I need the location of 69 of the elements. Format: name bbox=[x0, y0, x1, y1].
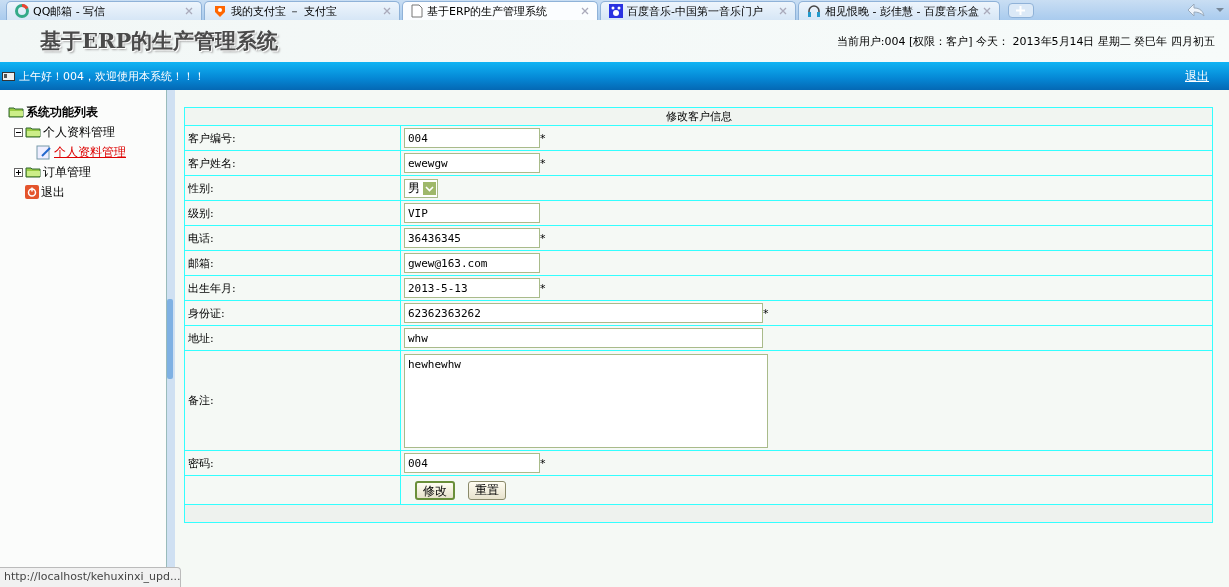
field-label: 客户姓名: bbox=[185, 151, 401, 175]
text-field[interactable]: 2013-5-13 bbox=[404, 278, 540, 298]
dropdown-icon[interactable] bbox=[1215, 6, 1225, 14]
folder-icon bbox=[25, 126, 41, 138]
close-icon[interactable] bbox=[779, 7, 787, 15]
folder-icon bbox=[8, 106, 24, 118]
required-mark: * bbox=[763, 306, 769, 320]
required-mark: * bbox=[540, 231, 546, 245]
new-tab-button[interactable] bbox=[1007, 3, 1034, 18]
text-field[interactable]: 004 bbox=[404, 128, 540, 148]
close-icon[interactable] bbox=[383, 7, 391, 15]
close-icon[interactable] bbox=[185, 7, 193, 15]
tree-item[interactable]: 退出 bbox=[41, 183, 65, 201]
text-field[interactable]: 62362363262 bbox=[404, 303, 763, 323]
ring-icon bbox=[15, 4, 29, 18]
required-mark: * bbox=[540, 131, 546, 145]
form-button[interactable]: 重置 bbox=[468, 480, 506, 500]
back-icon[interactable] bbox=[1187, 2, 1205, 18]
shield-icon bbox=[213, 4, 227, 18]
field-label: 客户编号: bbox=[185, 126, 401, 150]
close-icon[interactable] bbox=[982, 7, 991, 15]
page-icon bbox=[411, 4, 423, 18]
browser-tab[interactable]: 相见恨晚 - 彭佳慧 - 百度音乐盒 bbox=[798, 1, 1000, 20]
text-field[interactable]: whw bbox=[404, 328, 763, 348]
field-label: 邮箱: bbox=[185, 251, 401, 275]
text-field[interactable]: 004 bbox=[404, 453, 540, 473]
text-field[interactable]: gwew@163.com bbox=[404, 253, 540, 273]
tree-item[interactable]: 个人资料管理 bbox=[54, 143, 126, 161]
browser-tab[interactable]: 百度音乐-中国第一音乐门户 bbox=[600, 1, 796, 20]
text-field[interactable]: 36436345 bbox=[404, 228, 540, 248]
browser-tab[interactable]: 基于ERP的生产管理系统 bbox=[402, 1, 598, 20]
paw-icon bbox=[609, 4, 623, 18]
required-mark: * bbox=[540, 281, 546, 295]
required-mark: * bbox=[540, 456, 546, 470]
folder-icon bbox=[25, 166, 41, 178]
field-label: 出生年月: bbox=[185, 276, 401, 300]
field-label: 性别: bbox=[185, 176, 401, 200]
field-label: 备注: bbox=[185, 351, 401, 450]
field-label: 地址: bbox=[185, 326, 401, 350]
chevron-icon bbox=[423, 181, 436, 195]
field-label: 电话: bbox=[185, 226, 401, 250]
field-label: 身份证: bbox=[185, 301, 401, 325]
greeting-text: 上午好！004，欢迎使用本系统！！！ bbox=[19, 68, 205, 84]
field-label: 级别: bbox=[185, 201, 401, 225]
browser-tab[interactable]: 我的支付宝 － 支付宝 bbox=[204, 1, 400, 20]
tree-item[interactable]: 订单管理 bbox=[43, 163, 91, 181]
power-icon bbox=[25, 185, 39, 199]
required-mark: * bbox=[540, 156, 546, 170]
collapse-icon[interactable] bbox=[14, 127, 23, 137]
text-field[interactable]: ewewgw bbox=[404, 153, 540, 173]
expand-icon[interactable] bbox=[14, 167, 23, 177]
tree-item[interactable]: 个人资料管理 bbox=[43, 123, 115, 141]
id-card-icon bbox=[2, 71, 15, 81]
system-title: 基于ERP的生产管理系统 bbox=[40, 27, 279, 55]
logout-link[interactable]: 退出 bbox=[1185, 67, 1209, 85]
headphones-icon bbox=[807, 4, 821, 18]
plus-icon bbox=[1016, 6, 1026, 15]
tree-title: 系统功能列表 bbox=[26, 103, 98, 121]
remark-field[interactable]: hewhewhw bbox=[404, 353, 768, 448]
form-button[interactable]: 修改 bbox=[415, 480, 455, 500]
text-field[interactable]: VIP bbox=[404, 203, 540, 223]
gender-select[interactable]: 男 bbox=[404, 178, 438, 198]
user-info: 当前用户:004 [权限：客户] 今天： 2013年5月14日 星期二 癸巳年 四月初五 bbox=[836, 33, 1215, 49]
field-label: 密码: bbox=[185, 451, 401, 475]
url-tooltip: http://localhost/kehuxinxi_upd... bbox=[0, 567, 181, 587]
notepad-icon bbox=[36, 144, 52, 160]
form-title: 修改客户信息 bbox=[185, 108, 1212, 126]
browser-tab[interactable]: QQ邮箱 - 写信 bbox=[6, 1, 202, 20]
close-icon[interactable] bbox=[581, 7, 589, 15]
